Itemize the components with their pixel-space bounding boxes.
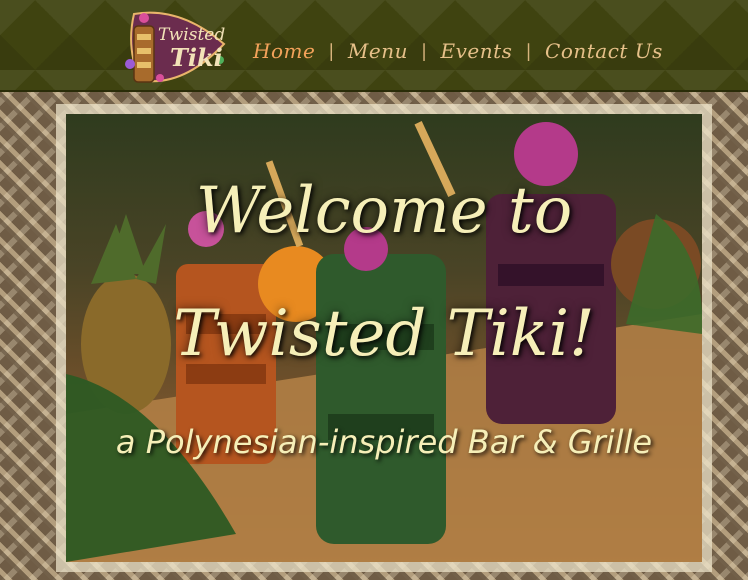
main-nav: Home | Menu | Events | Contact Us — [253, 36, 663, 66]
nav-menu-link[interactable]: Menu — [348, 39, 408, 63]
hero-title-line1: Welcome to — [195, 174, 573, 248]
twisted-tiki-logo[interactable]: Twisted Tiki — [120, 4, 230, 88]
nav-separator: | — [525, 40, 533, 62]
nav-separator: | — [328, 40, 335, 62]
top-navigation-bar: Twisted Tiki Home | Menu | Events | Cont… — [0, 0, 748, 92]
hero-banner: Welcome to Twisted Tiki! a Polynesian-in… — [66, 114, 702, 562]
nav-separator: | — [420, 40, 428, 62]
hero-subtitle: a Polynesian-inspired Bar & Grille — [115, 423, 653, 461]
nav-contact-us-link[interactable]: Contact Us — [545, 39, 663, 63]
nav-events-link[interactable]: Events — [441, 39, 513, 63]
nav-home-link[interactable]: Home — [253, 39, 315, 63]
hero-frame: Welcome to Twisted Tiki! a Polynesian-in… — [56, 104, 712, 572]
logo-text-twisted: Twisted — [158, 25, 225, 45]
hero-title-line2: Twisted Tiki! — [173, 297, 595, 371]
logo-text-tiki: Tiki — [170, 43, 223, 72]
